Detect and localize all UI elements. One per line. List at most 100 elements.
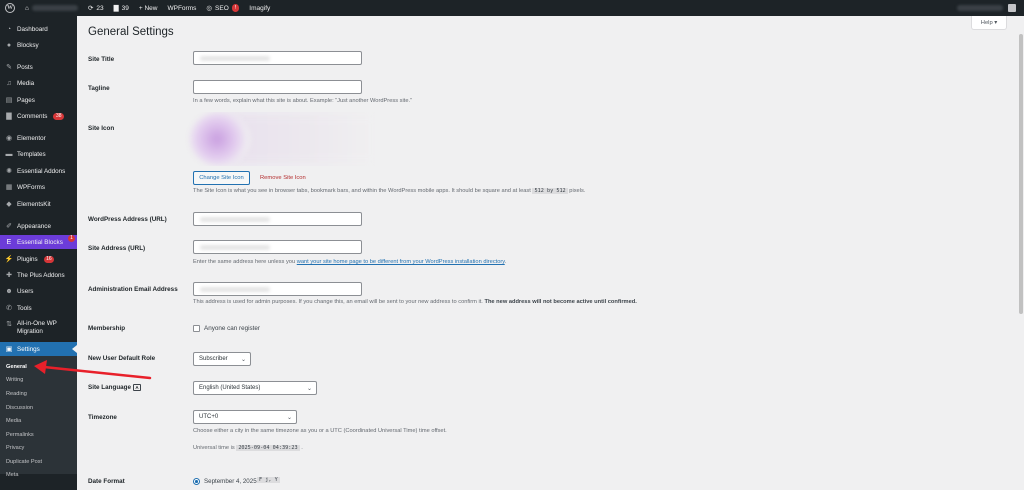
seo-menu[interactable]: ◎ SEO ! — [201, 0, 244, 16]
sidebar-item-label: Posts — [17, 63, 33, 71]
admin-email-value-blurred — [200, 287, 270, 292]
submenu-general[interactable]: General — [6, 364, 27, 370]
dashboard-icon: ◔ — [6, 25, 12, 33]
eb-icon: E — [6, 238, 12, 246]
sidebar-item-label: Tools — [17, 304, 32, 312]
submenu-duplicate-post[interactable]: Duplicate Post — [6, 459, 42, 465]
timezone-select[interactable]: UTC+0 ⌄ — [193, 410, 297, 424]
sidebar-item-label: All-in-One WP Migration — [17, 320, 57, 336]
date-format-option-label[interactable]: September 4, 2025 — [204, 478, 257, 485]
timezone-label: Timezone — [88, 414, 117, 421]
imagify-menu[interactable]: Imagify — [244, 0, 275, 16]
sidebar-item-the-plus-addons[interactable]: ✚ The Plus Addons — [0, 268, 77, 282]
scrollbar-thumb[interactable] — [1019, 34, 1023, 314]
comment-icon: ▇ — [6, 113, 12, 120]
sidebar-item-templates[interactable]: ▬ Templates — [0, 147, 77, 161]
sidebar-item-wpforms[interactable]: ▦ WPForms — [0, 180, 77, 194]
universal-time: Universal time is 2025-09-04 04:39:23 . — [193, 445, 303, 451]
sidebar-item-tools[interactable]: ✆ Tools — [0, 301, 77, 315]
change-site-icon-button[interactable]: Change Site Icon — [193, 171, 250, 185]
sidebar-item-posts[interactable]: ✎ Posts — [0, 60, 77, 74]
sidebar-item-elementskit[interactable]: ◆ ElementsKit — [0, 197, 77, 211]
anyone-can-register-checkbox[interactable] — [193, 325, 200, 332]
page-title: General Settings — [88, 26, 174, 38]
sidebar-item-appearance[interactable]: ✐ Appearance — [0, 219, 77, 233]
submenu-writing[interactable]: Writing — [6, 377, 23, 383]
submenu-media[interactable]: Media — [6, 418, 21, 424]
wpforms-label: WPForms — [167, 4, 197, 12]
essential-blocks-badge: 1 — [68, 235, 75, 242]
sidebar-item-label: The Plus Addons — [17, 271, 65, 279]
site-language-label: Site Language A — [88, 384, 142, 391]
site-address-description: Enter the same address here unless you w… — [193, 259, 507, 265]
sidebar-item-all-in-one-wp-migration[interactable]: ⇅ All-in-One WP Migration — [0, 318, 77, 340]
tagline-input[interactable] — [193, 80, 362, 94]
sidebar-item-comments[interactable]: ▇ Comments 38 — [0, 109, 77, 123]
admin-bar: W ⌂ ⟳ 23 ▇ 39 + New WPForms ◎ SEO ! Imag… — [0, 0, 1024, 16]
admin-email-input[interactable] — [193, 282, 362, 296]
membership-label: Membership — [88, 325, 126, 332]
plug-icon: ⚡ — [4, 256, 14, 263]
sidebar-item-essential-blocks[interactable]: E Essential Blocks 1 — [0, 235, 77, 249]
wordpress-address-input[interactable] — [193, 212, 362, 226]
migration-label-line2: Migration — [17, 328, 43, 335]
user-name-blurred[interactable] — [957, 5, 1003, 11]
anyone-can-register-label[interactable]: Anyone can register — [204, 325, 260, 332]
avatar[interactable] — [1008, 4, 1016, 12]
help-button[interactable]: Help ▾ — [971, 16, 1007, 30]
site-address-desc-text: Enter the same address here unless you — [193, 259, 296, 265]
submenu-permalinks[interactable]: Permalinks — [6, 432, 34, 438]
wpforms-menu[interactable]: WPForms — [162, 0, 201, 16]
wordpress-logo-menu[interactable]: W — [0, 0, 20, 16]
timezone-description: Choose either a city in the same timezon… — [193, 428, 447, 434]
site-title-value-blurred — [200, 56, 270, 61]
imagify-label: Imagify — [249, 4, 271, 12]
site-language-select[interactable]: English (United States) ⌄ — [193, 381, 317, 395]
default-role-select[interactable]: Subscriber ⌄ — [193, 352, 251, 366]
sidebar-item-label: ElementsKit — [17, 200, 51, 208]
sidebar-item-media[interactable]: ♫ Media — [0, 76, 77, 90]
sidebar-item-settings[interactable]: ▣ Settings — [0, 342, 77, 356]
users-icon: ☻ — [5, 287, 13, 295]
sidebar-item-label: Settings — [17, 345, 40, 353]
chevron-down-icon: ⌄ — [306, 386, 312, 392]
sidebar-item-dashboard[interactable]: ◔ Dashboard — [0, 22, 77, 36]
wp-address-value-blurred — [200, 217, 270, 222]
site-title-input[interactable] — [193, 51, 362, 65]
remove-site-icon-link[interactable]: Remove Site Icon — [260, 175, 306, 181]
admin-email-desc-text: This address is used for admin purposes.… — [193, 299, 483, 305]
sidebar-item-pages[interactable]: ▤ Pages — [0, 93, 77, 107]
sidebar-item-elementor[interactable]: ◉ Elementor — [0, 131, 77, 145]
sidebar-item-label: Comments — [17, 112, 48, 120]
site-name-menu[interactable]: ⌂ — [20, 0, 83, 16]
comments-link[interactable]: ▇ 39 — [109, 0, 134, 16]
universal-time-label: Universal time is — [193, 445, 235, 451]
default-role-value: Subscriber — [199, 356, 228, 362]
new-content-menu[interactable]: + New — [134, 0, 163, 16]
comment-icon: ▇ — [113, 5, 119, 12]
plugins-badge: 16 — [43, 255, 55, 263]
date-format-radio[interactable] — [193, 478, 200, 485]
sidebar-item-label: Dashboard — [17, 25, 48, 33]
templates-icon: ▬ — [5, 150, 13, 158]
sidebar-item-plugins[interactable]: ⚡ Plugins 16 — [0, 252, 77, 266]
submenu-privacy[interactable]: Privacy — [6, 445, 24, 451]
sidebar-item-blocksy[interactable]: ● Blocksy — [0, 38, 77, 52]
submenu-discussion[interactable]: Discussion — [6, 405, 33, 411]
tagline-description: In a few words, explain what this site i… — [193, 98, 412, 104]
site-address-input[interactable] — [193, 240, 362, 254]
media-icon: ♫ — [6, 79, 12, 87]
updates-link[interactable]: ⟳ 23 — [83, 0, 109, 16]
tools-icon: ✆ — [6, 305, 12, 312]
sidebar-item-essential-addons[interactable]: ✺ Essential Addons — [0, 164, 77, 178]
sidebar-item-users[interactable]: ☻ Users — [0, 284, 77, 298]
comments-badge: 38 — [53, 112, 65, 120]
submenu-meta[interactable]: Meta — [6, 472, 18, 478]
date-format-code: F j, Y — [257, 477, 280, 483]
scrollbar[interactable] — [1017, 16, 1024, 490]
blocksy-icon: ● — [6, 41, 12, 49]
submenu-reading[interactable]: Reading — [6, 391, 27, 397]
site-address-help-link[interactable]: want your site home page to be different… — [297, 259, 505, 265]
main-content: Help ▾ General Settings Site Title Tagli… — [77, 16, 1024, 490]
chevron-down-icon: ⌄ — [240, 357, 246, 363]
